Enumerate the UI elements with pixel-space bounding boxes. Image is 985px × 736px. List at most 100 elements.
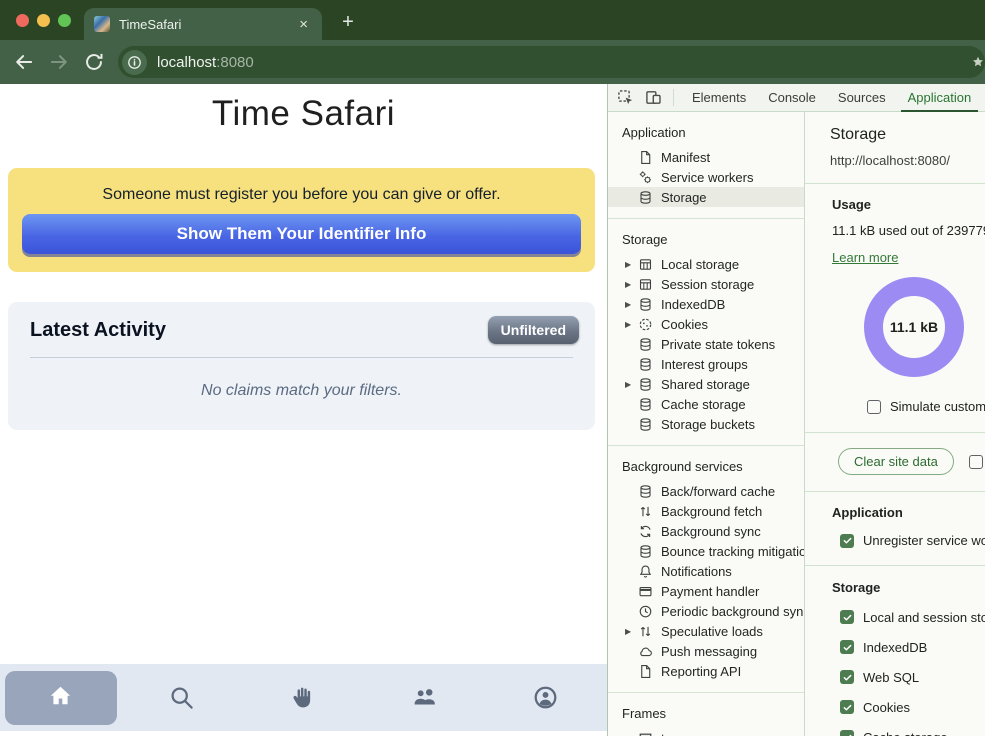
- section-heading: Frames: [608, 701, 804, 728]
- tab-sources[interactable]: Sources: [827, 84, 897, 112]
- page-title: Time Safari: [0, 84, 607, 134]
- tree-item-push-messaging[interactable]: Push messaging: [608, 641, 804, 661]
- unfiltered-button[interactable]: Unfiltered: [488, 316, 579, 344]
- expand-arrow-icon[interactable]: ▶: [625, 260, 638, 269]
- tree-item-back-forward-cache[interactable]: Back/forward cache: [608, 481, 804, 501]
- bookmark-icon[interactable]: [972, 55, 984, 68]
- tree-item-label: Local storage: [661, 257, 739, 272]
- bell-icon: [638, 564, 653, 579]
- tree-item-notifications[interactable]: Notifications: [608, 561, 804, 581]
- tree-item-top-frame[interactable]: ▶top: [608, 728, 804, 736]
- expand-arrow-icon[interactable]: ▶: [625, 300, 638, 309]
- card-icon: [638, 584, 653, 599]
- minimize-window-button[interactable]: [37, 14, 50, 27]
- expand-arrow-icon[interactable]: ▶: [625, 380, 638, 389]
- reload-icon[interactable]: [83, 51, 105, 73]
- address-bar[interactable]: localhost:8080: [118, 46, 985, 78]
- unregister-sw-checkbox[interactable]: [840, 534, 854, 548]
- unregister-sw-label: Unregister service workers: [863, 533, 985, 548]
- expand-arrow-icon[interactable]: ▶: [625, 627, 638, 636]
- tree-item-background-sync[interactable]: Background sync: [608, 521, 804, 541]
- tab-console[interactable]: Console: [757, 84, 827, 112]
- cache-storage-checkbox[interactable]: [840, 730, 854, 736]
- tab-close-icon[interactable]: ×: [295, 15, 312, 34]
- profile-icon[interactable]: [532, 684, 560, 712]
- site-info-icon[interactable]: [122, 50, 147, 75]
- tree-item-background-fetch[interactable]: Background fetch: [608, 501, 804, 521]
- tree-item-label: IndexedDB: [661, 297, 725, 312]
- database-icon: [638, 377, 653, 392]
- register-alert: Someone must register you before you can…: [8, 168, 595, 272]
- nav-home-button[interactable]: [5, 671, 117, 725]
- tree-item-payment-handler[interactable]: Payment handler: [608, 581, 804, 601]
- tree-section-application: Application Manifest Service workers Sto…: [608, 112, 804, 219]
- tree-item-speculative-loads[interactable]: ▶ Speculative loads: [608, 621, 804, 641]
- devtools-tabbar: Elements Console Sources Application ›: [608, 84, 985, 112]
- tree-item-label: Private state tokens: [661, 337, 775, 352]
- database-icon: [638, 544, 653, 559]
- tab-favicon: [94, 16, 110, 32]
- clear-site-data-button[interactable]: Clear site data: [838, 448, 954, 475]
- tree-item-local-storage[interactable]: ▶ Local storage: [608, 254, 804, 274]
- cookies-checkbox[interactable]: [840, 700, 854, 714]
- show-identifier-info-button[interactable]: Show Them Your Identifier Info: [22, 214, 581, 254]
- empty-claims-message: No claims match your filters.: [8, 382, 595, 400]
- simulate-quota-label: Simulate custom storage quota: [890, 399, 985, 414]
- search-icon[interactable]: [168, 684, 196, 712]
- third-party-cookies-checkbox[interactable]: [969, 455, 983, 469]
- frame-icon: [638, 731, 653, 736]
- tree-item-cache-storage[interactable]: Cache storage: [608, 394, 804, 414]
- tab-application[interactable]: Application: [897, 84, 983, 112]
- local-session-checkbox[interactable]: [840, 610, 854, 624]
- maximize-window-button[interactable]: [58, 14, 71, 27]
- tab-elements[interactable]: Elements: [681, 84, 757, 112]
- tree-item-manifest[interactable]: Manifest: [608, 147, 804, 167]
- new-tab-button[interactable]: +: [334, 9, 362, 37]
- clock-icon: [638, 604, 653, 619]
- section-heading: Storage: [608, 227, 804, 254]
- people-icon[interactable]: [411, 684, 439, 712]
- tree-item-label: Push messaging: [661, 644, 757, 659]
- tree-item-session-storage[interactable]: ▶Session storage: [608, 274, 804, 294]
- tree-item-periodic-background-sync[interactable]: Periodic background sync: [608, 601, 804, 621]
- devtools-panel: Elements Console Sources Application › A…: [607, 84, 985, 736]
- tree-item-cookies[interactable]: ▶Cookies: [608, 314, 804, 334]
- database-icon: [638, 397, 653, 412]
- websql-checkbox[interactable]: [840, 670, 854, 684]
- expand-arrow-icon[interactable]: ▶: [625, 280, 638, 289]
- tree-section-frames: Frames ▶top: [608, 693, 804, 736]
- tree-item-label: Storage: [661, 190, 707, 205]
- tree-item-interest-groups[interactable]: Interest groups: [608, 354, 804, 374]
- tree-item-bounce-tracking[interactable]: Bounce tracking mitigations: [608, 541, 804, 561]
- device-toolbar-icon[interactable]: [645, 89, 662, 106]
- document-icon: [638, 664, 653, 679]
- back-icon[interactable]: [13, 51, 35, 73]
- url-text: localhost:8080: [157, 54, 254, 71]
- indexeddb-checkbox[interactable]: [840, 640, 854, 654]
- application-heading: Application: [832, 505, 985, 520]
- simulate-quota-checkbox[interactable]: [867, 400, 881, 414]
- tree-item-label: Service workers: [661, 170, 753, 185]
- database-icon: [638, 357, 653, 372]
- tree-item-shared-storage[interactable]: ▶Shared storage: [608, 374, 804, 394]
- tree-item-indexeddb[interactable]: ▶ IndexedDB: [608, 294, 804, 314]
- browser-tab[interactable]: TimeSafari ×: [84, 8, 322, 40]
- tree-item-label: Manifest: [661, 150, 710, 165]
- tree-item-label: Bounce tracking mitigations: [661, 544, 805, 559]
- tree-item-label: Reporting API: [661, 664, 741, 679]
- tree-item-storage-buckets[interactable]: Storage buckets: [608, 414, 804, 434]
- close-window-button[interactable]: [16, 14, 29, 27]
- learn-more-link[interactable]: Learn more: [832, 250, 898, 265]
- inspect-element-icon[interactable]: [617, 89, 634, 106]
- tree-item-service-workers[interactable]: Service workers: [608, 167, 804, 187]
- database-icon: [638, 190, 653, 205]
- tree-item-label: Background sync: [661, 524, 761, 539]
- tree-item-private-state-tokens[interactable]: Private state tokens: [608, 334, 804, 354]
- tree-item-storage[interactable]: Storage: [608, 187, 804, 207]
- expand-arrow-icon[interactable]: ▶: [625, 320, 638, 329]
- tab-title: TimeSafari: [119, 17, 295, 32]
- hand-icon[interactable]: [289, 684, 317, 712]
- tree-item-label: Speculative loads: [661, 624, 763, 639]
- tree-item-reporting-api[interactable]: Reporting API: [608, 661, 804, 681]
- forward-icon[interactable]: [48, 51, 70, 73]
